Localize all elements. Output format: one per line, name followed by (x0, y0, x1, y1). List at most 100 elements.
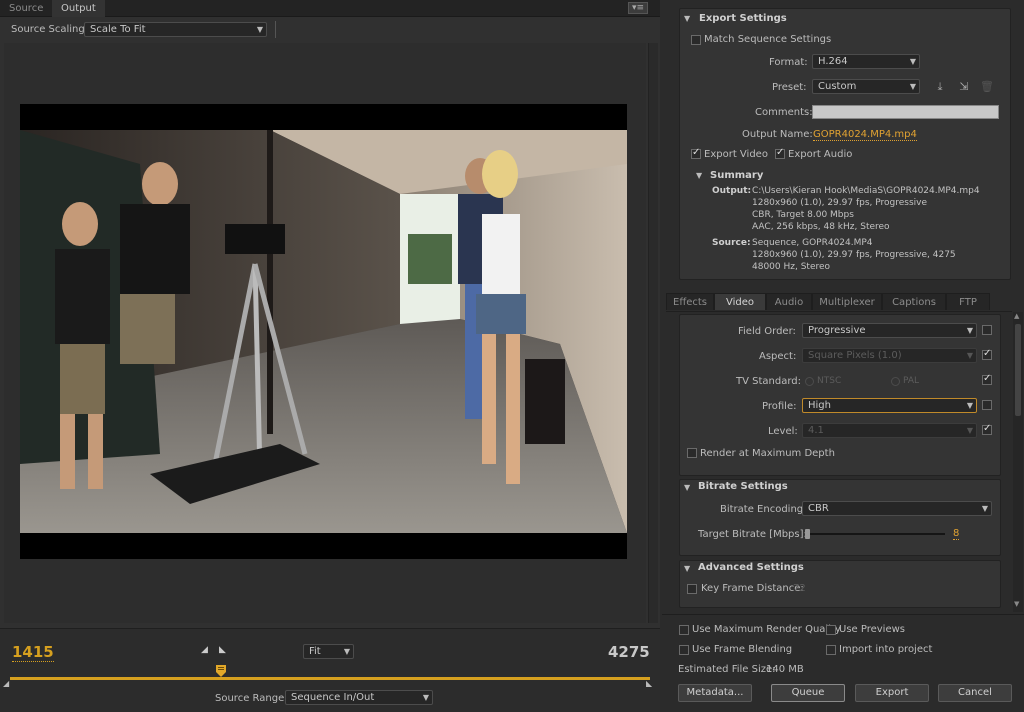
scrollbar-thumb[interactable] (1015, 324, 1021, 416)
video-frame-image (20, 104, 627, 559)
scroll-up-icon[interactable]: ▲ (1014, 312, 1019, 320)
aspect-checkbox[interactable] (982, 348, 992, 360)
match-sequence-label: Match Sequence Settings (704, 34, 832, 45)
in-point-timecode[interactable]: 1415 (12, 643, 54, 662)
collapse-triangle-icon[interactable]: ▼ (684, 564, 690, 573)
key-frame-distance-value[interactable]: 72 (793, 583, 806, 594)
chevron-down-icon: ▼ (966, 351, 973, 360)
pal-radio[interactable] (891, 377, 900, 386)
scroll-down-icon[interactable]: ▼ (1014, 600, 1019, 608)
cancel-button[interactable]: Cancel (938, 684, 1012, 702)
render-max-depth-checkbox[interactable] (687, 448, 697, 458)
collapse-triangle-icon[interactable]: ▼ (684, 483, 690, 492)
aspect-value: Square Pixels (1.0) (808, 350, 902, 361)
max-render-quality-checkbox[interactable] (679, 625, 689, 635)
match-sequence-checkbox[interactable] (691, 35, 701, 45)
field-order-dropdown[interactable]: Progressive ▼ (802, 323, 977, 338)
preset-value: Custom (818, 81, 857, 92)
tab-video[interactable]: Video (714, 293, 766, 310)
export-button[interactable]: Export (855, 684, 929, 702)
settings-scrollbar[interactable]: ▲ ▼ (1013, 312, 1023, 612)
source-scaling-dropdown[interactable]: Scale To Fit ▼ (84, 22, 267, 37)
use-previews-checkbox[interactable] (826, 625, 836, 635)
chevron-down-icon: ▼ (966, 326, 973, 335)
tv-standard-checkbox[interactable] (982, 373, 992, 385)
tab-multiplexer[interactable]: Multiplexer (812, 293, 882, 310)
zoom-dropdown[interactable]: Fit ▼ (303, 644, 354, 659)
level-dropdown[interactable]: 4.1 ▼ (802, 423, 977, 438)
tab-ftp[interactable]: FTP (946, 293, 990, 310)
import-into-project-checkbox[interactable] (826, 645, 836, 655)
bitrate-encoding-label: Bitrate Encoding: (720, 504, 807, 515)
collapse-triangle-icon[interactable]: ▼ (696, 171, 702, 180)
range-start-handle-icon[interactable]: ◢ (3, 679, 9, 688)
collapse-triangle-icon[interactable]: ▼ (684, 14, 690, 23)
import-preset-icon[interactable]: ⇲ (957, 80, 971, 93)
queue-button[interactable]: Queue (771, 684, 845, 702)
save-preset-icon[interactable]: ⤓ (933, 80, 947, 93)
field-order-label: Field Order: (738, 326, 796, 337)
export-settings-title: Export Settings (699, 13, 787, 24)
settings-panel: ▼ Export Settings Match Sequence Setting… (662, 0, 1024, 712)
summary-source-line: 1280x960 (1.0), 29.97 fps, Progressive, … (752, 250, 956, 260)
key-frame-distance-checkbox[interactable] (687, 584, 697, 594)
bitrate-encoding-dropdown[interactable]: CBR ▼ (802, 501, 992, 516)
format-label: Format: (769, 57, 808, 68)
tab-captions[interactable]: Captions (882, 293, 946, 310)
profile-dropdown[interactable]: High ▼ (802, 398, 977, 413)
source-range-dropdown[interactable]: Sequence In/Out ▼ (285, 690, 433, 705)
field-order-checkbox[interactable] (982, 325, 992, 335)
source-scaling-row: Source Scaling: Scale To Fit ▼ (0, 18, 660, 42)
preset-dropdown[interactable]: Custom ▼ (812, 79, 920, 94)
set-in-point-icon[interactable]: ◢ (201, 645, 208, 655)
output-name-link[interactable]: GOPR4024.MP4.mp4 (813, 129, 917, 141)
ntsc-radio[interactable] (805, 377, 814, 386)
target-bitrate-label: Target Bitrate [Mbps]: (698, 529, 807, 540)
panel-menu-icon[interactable]: ▾≡ (628, 2, 648, 14)
playhead-icon[interactable] (216, 665, 226, 677)
frame-blending-checkbox[interactable] (679, 645, 689, 655)
aspect-dropdown[interactable]: Square Pixels (1.0) ▼ (802, 348, 977, 363)
delete-preset-icon[interactable]: 🗑 (980, 80, 994, 93)
divider (662, 614, 1024, 615)
settings-tabs: Effects Video Audio Multiplexer Captions… (666, 293, 1006, 311)
tab-effects[interactable]: Effects (666, 293, 714, 310)
format-dropdown[interactable]: H.264 ▼ (812, 54, 920, 69)
video-viewer (4, 43, 646, 623)
target-bitrate-value[interactable]: 8 (953, 528, 960, 540)
viewer-scrollbar[interactable] (648, 43, 658, 623)
video-frame (20, 104, 627, 559)
chevron-down-icon: ▼ (909, 82, 916, 91)
comments-input[interactable] (812, 105, 999, 119)
time-range-bar[interactable] (10, 677, 650, 680)
metadata-button[interactable]: Metadata... (678, 684, 752, 702)
chevron-down-icon: ▼ (256, 25, 263, 34)
use-previews-label: Use Previews (839, 624, 905, 635)
summary-title: Summary (710, 170, 764, 181)
tab-output[interactable]: Output (52, 0, 105, 17)
level-label: Level: (768, 426, 798, 437)
target-bitrate-slider-track[interactable] (807, 533, 945, 535)
pal-label: PAL (903, 376, 920, 386)
max-render-quality-label: Use Maximum Render Quality (692, 624, 841, 635)
target-bitrate-slider-handle[interactable] (805, 529, 810, 539)
tab-source[interactable]: Source (0, 0, 52, 17)
export-video-checkbox[interactable] (691, 147, 701, 159)
chevron-down-icon: ▼ (422, 693, 429, 702)
level-checkbox[interactable] (982, 423, 992, 435)
export-audio-checkbox[interactable] (775, 147, 785, 159)
set-out-point-icon[interactable]: ◣ (219, 645, 226, 655)
zoom-value: Fit (309, 646, 321, 657)
divider (666, 311, 1012, 312)
summary-source-line: Sequence, GOPR4024.MP4 (752, 238, 873, 248)
summary-output-line: 1280x960 (1.0), 29.97 fps, Progressive (752, 198, 928, 208)
tv-standard-label: TV Standard: (736, 376, 801, 387)
preview-tab-bar: Source Output ▾≡ (0, 0, 660, 17)
comments-label: Comments: (755, 107, 813, 118)
divider (275, 21, 276, 38)
advanced-settings-title: Advanced Settings (698, 562, 804, 573)
tab-audio[interactable]: Audio (766, 293, 812, 310)
profile-checkbox[interactable] (982, 400, 992, 410)
key-frame-distance-label: Key Frame Distance: (701, 583, 804, 594)
range-end-handle-icon[interactable]: ◣ (646, 679, 652, 688)
